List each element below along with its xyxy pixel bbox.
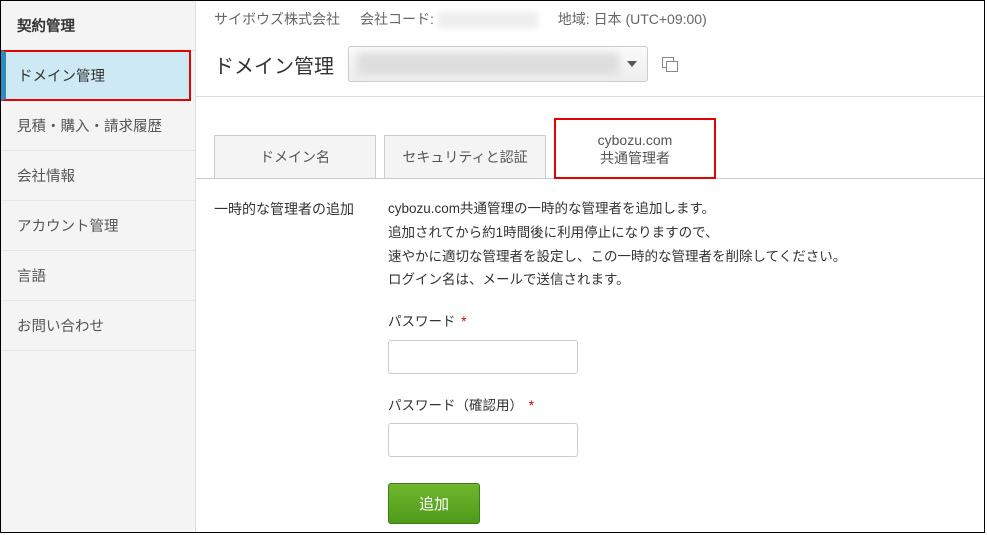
tab-security[interactable]: セキュリティと認証 [384,135,546,178]
desc-line: cybozu.com共通管理の一時的な管理者を追加します。 [388,197,966,221]
password-label: パスワード * [388,310,966,334]
sidebar-item-language[interactable]: 言語 [1,251,195,301]
tab-common-admin[interactable]: cybozu.com 共通管理者 [554,118,716,179]
sidebar-item-company[interactable]: 会社情報 [1,151,195,201]
domain-select[interactable] [348,46,648,82]
sidebar: 契約管理 ドメイン管理 見積・購入・請求履歴 会社情報 アカウント管理 言語 お… [1,1,196,532]
desc-line: ログイン名は、メールで送信されます。 [388,268,966,292]
tab-domain-name[interactable]: ドメイン名 [214,135,376,178]
chevron-down-icon [627,61,637,67]
sidebar-item-account[interactable]: アカウント管理 [1,201,195,251]
password-confirm-label: パスワード（確認用） * [388,394,966,418]
sidebar-item-contact[interactable]: お問い合わせ [1,301,195,351]
password-label-text: パスワード [388,314,456,329]
add-button[interactable]: 追加 [388,483,480,524]
required-mark: * [461,314,466,329]
copy-icon[interactable] [662,57,678,71]
sidebar-item-domain[interactable]: ドメイン管理 [1,50,191,101]
tab-label-line2: 共通管理者 [569,149,701,167]
sidebar-header: 契約管理 [1,1,195,51]
page-title: ドメイン管理 [214,50,334,79]
submit-row: 追加 [388,483,966,524]
password-input[interactable] [388,340,578,374]
sidebar-item-billing[interactable]: 見積・購入・請求履歴 [1,101,195,151]
titlebar: ドメイン管理 [196,38,984,97]
tab-label: セキュリティと認証 [402,149,527,165]
password-confirm-field: パスワード（確認用） * [388,394,966,458]
region: 地域: 日本 (UTC+09:00) [558,9,707,29]
password-confirm-label-text: パスワード（確認用） [388,398,523,413]
domain-select-value [357,53,619,75]
admin-add-panel: 一時的な管理者の追加 cybozu.com共通管理の一時的な管理者を追加します。… [196,179,984,524]
required-mark: * [529,398,534,413]
tab-label-line1: cybozu.com [598,132,673,148]
company-code-label: 会社コード: [360,11,434,27]
company-code: 会社コード: [360,9,538,29]
desc-line: 追加されてから約1時間後に利用停止になりますので、 [388,221,966,245]
desc-line: 速やかに適切な管理者を設定し、この一時的な管理者を削除してください。 [388,245,966,269]
company-name: サイボウズ株式会社 [214,9,340,29]
panel-body: cybozu.com共通管理の一時的な管理者を追加します。 追加されてから約1時… [388,197,966,524]
company-code-value [438,12,538,28]
tabrow: ドメイン名 セキュリティと認証 cybozu.com 共通管理者 [196,97,984,179]
panel-label: 一時的な管理者の追加 [214,197,364,524]
password-confirm-input[interactable] [388,423,578,457]
topbar: サイボウズ株式会社 会社コード: 地域: 日本 (UTC+09:00) [196,1,984,38]
main: サイボウズ株式会社 会社コード: 地域: 日本 (UTC+09:00) ドメイン… [196,1,984,532]
password-field: パスワード * [388,310,966,374]
tab-label: ドメイン名 [260,149,330,165]
region-label: 地域: [558,11,590,27]
region-value: 日本 (UTC+09:00) [594,11,707,27]
